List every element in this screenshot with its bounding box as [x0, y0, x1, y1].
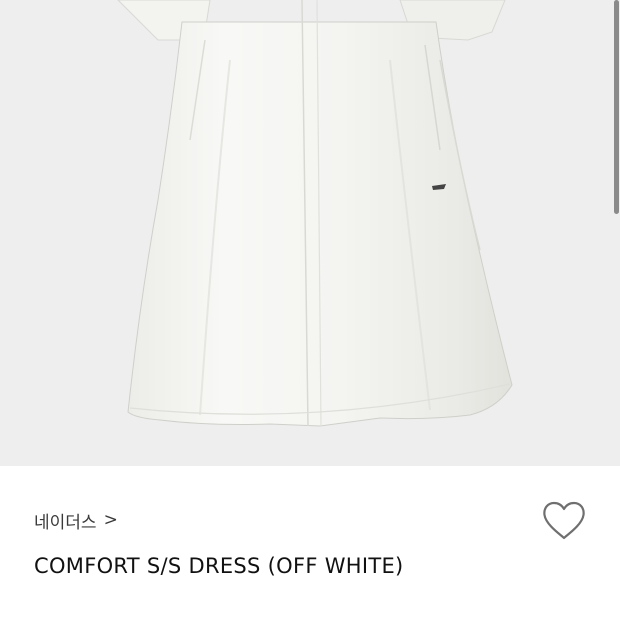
heart-outline-icon	[543, 501, 585, 540]
chevron-right-icon: >	[103, 510, 118, 530]
product-title: COMFORT S/S DRESS (OFF WHITE)	[34, 554, 404, 578]
like-button[interactable]	[541, 500, 587, 542]
scrollbar-thumb[interactable]	[614, 0, 619, 214]
product-image[interactable]	[0, 0, 620, 466]
brand-name: 네이더스	[34, 512, 97, 533]
product-info: 네이더스 > COMFORT S/S DRESS (OFF WHITE)	[0, 466, 620, 620]
brand-link[interactable]: 네이더스 >	[34, 507, 118, 533]
dress-photo	[117, 0, 513, 427]
